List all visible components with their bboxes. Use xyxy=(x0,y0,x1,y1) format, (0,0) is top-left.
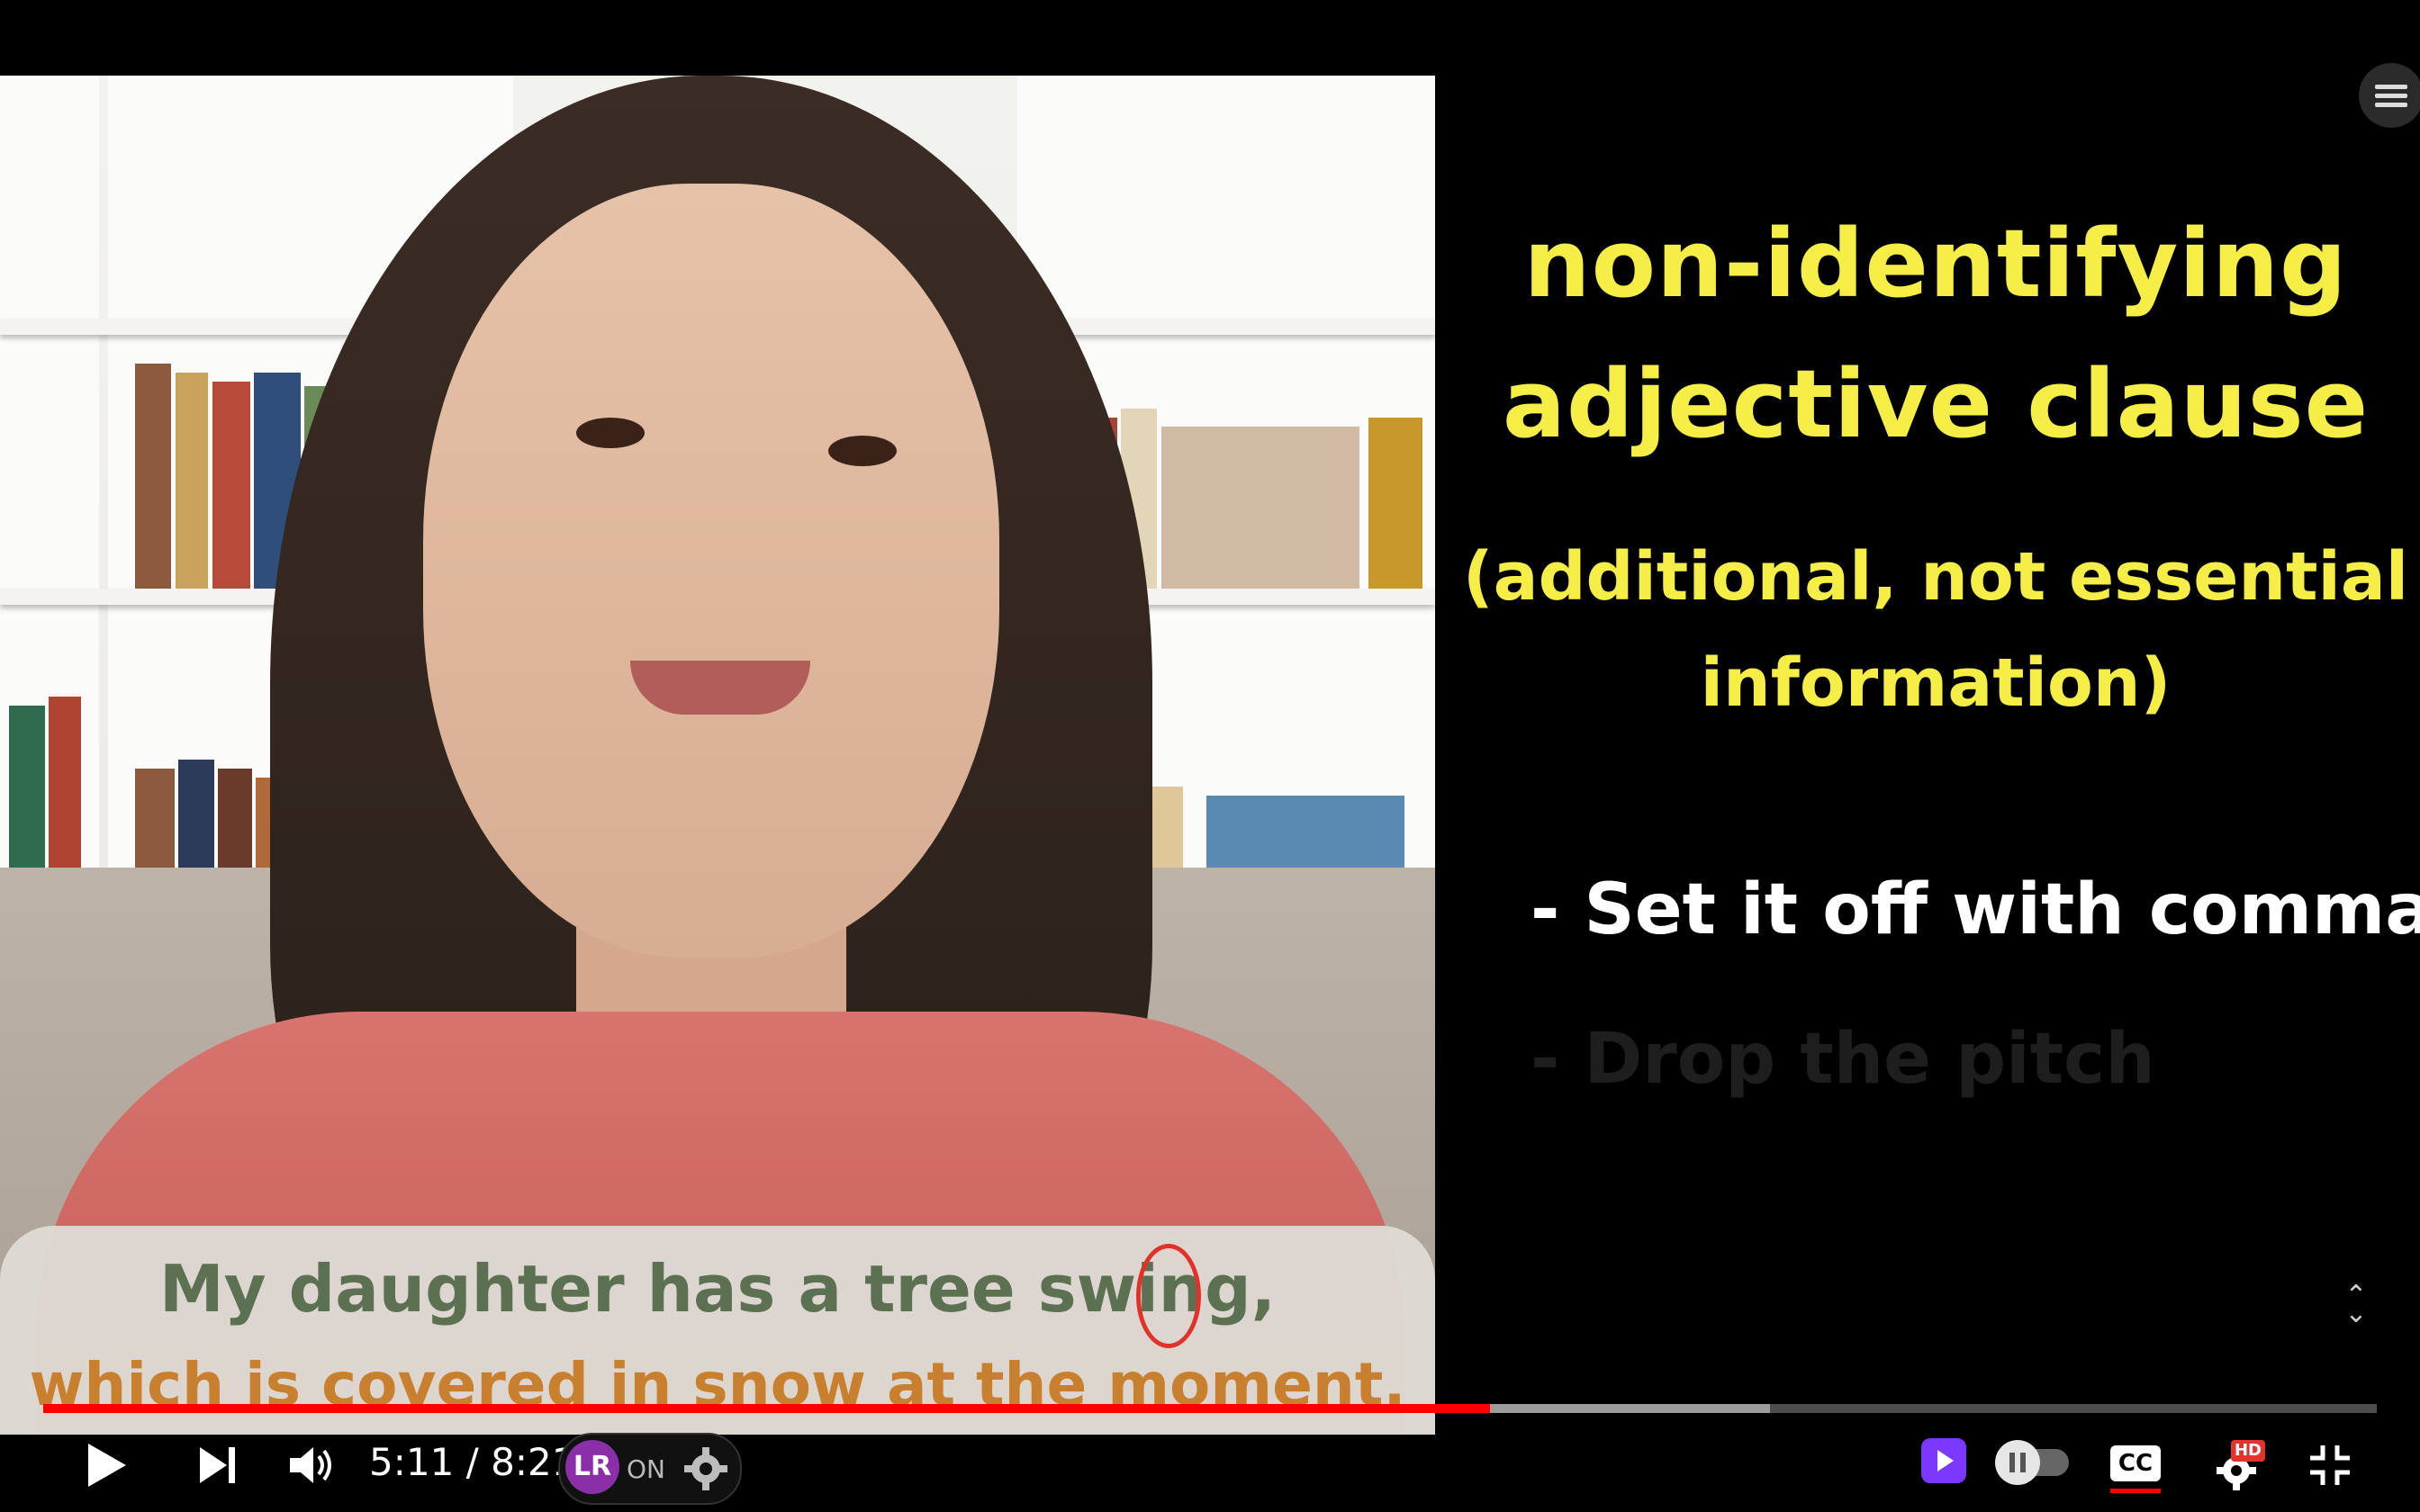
gear-icon[interactable] xyxy=(681,1444,731,1494)
time-display: 5:11 / 8:21 xyxy=(369,1440,576,1484)
book xyxy=(212,382,250,589)
next-icon xyxy=(200,1447,235,1483)
miniplayer-button[interactable] xyxy=(1921,1438,1966,1483)
miniplayer-icon xyxy=(1937,1450,1954,1472)
shelf-board xyxy=(1017,319,1435,335)
slide-title-line-2: adjective clause xyxy=(1502,349,2370,459)
captions-button[interactable]: CC xyxy=(2110,1445,2161,1481)
chevron-expand-icon[interactable]: ⌃ ⌄ xyxy=(2341,1282,2371,1328)
language-reactor-control[interactable]: LR ON xyxy=(558,1433,742,1505)
play-icon xyxy=(88,1444,126,1487)
presenter-mouth xyxy=(630,661,810,715)
hd-badge: HD xyxy=(2231,1440,2265,1462)
autoplay-pause-icon xyxy=(1995,1440,2040,1485)
play-button[interactable] xyxy=(79,1433,133,1498)
exit-fullscreen-button[interactable] xyxy=(2305,1433,2355,1498)
comma-highlight-circle xyxy=(1136,1244,1201,1348)
exit-fullscreen-icon xyxy=(2310,1445,2350,1485)
icon-frame xyxy=(1368,418,1422,589)
book xyxy=(135,364,171,589)
slide-subtitle-line-2: information) xyxy=(1700,644,2172,722)
menu-icon xyxy=(2375,103,2407,107)
volume-icon xyxy=(290,1447,331,1483)
slide-title-line-1: non-identifying xyxy=(1523,209,2348,319)
slide-bullet-2: - Drop the pitch xyxy=(1531,1019,2155,1100)
menu-icon xyxy=(2375,94,2407,98)
progress-bar[interactable] xyxy=(43,1404,2377,1413)
presenter-eye xyxy=(576,418,645,448)
presenter-eye xyxy=(828,436,897,466)
progress-played xyxy=(43,1404,1491,1413)
captions-active-indicator xyxy=(2110,1489,2161,1493)
next-button[interactable] xyxy=(191,1433,245,1498)
menu-icon xyxy=(2375,85,2407,89)
volume-button[interactable] xyxy=(284,1433,339,1498)
caption-line-1: My daughter has a tree swing, xyxy=(159,1251,1276,1327)
presenter-face xyxy=(423,184,999,958)
book xyxy=(176,373,208,589)
language-reactor-status: ON xyxy=(627,1454,665,1484)
slide-bullet-1: - Set it off with commas xyxy=(1531,869,2420,950)
video-player[interactable]: My daughter has a tree swing, which is c… xyxy=(0,0,2420,1512)
menu-button[interactable] xyxy=(2359,63,2420,128)
book-stack xyxy=(1161,427,1359,589)
language-reactor-logo: LR xyxy=(565,1440,619,1494)
slide-subtitle-line-1: (additional, not essential xyxy=(1462,538,2409,616)
